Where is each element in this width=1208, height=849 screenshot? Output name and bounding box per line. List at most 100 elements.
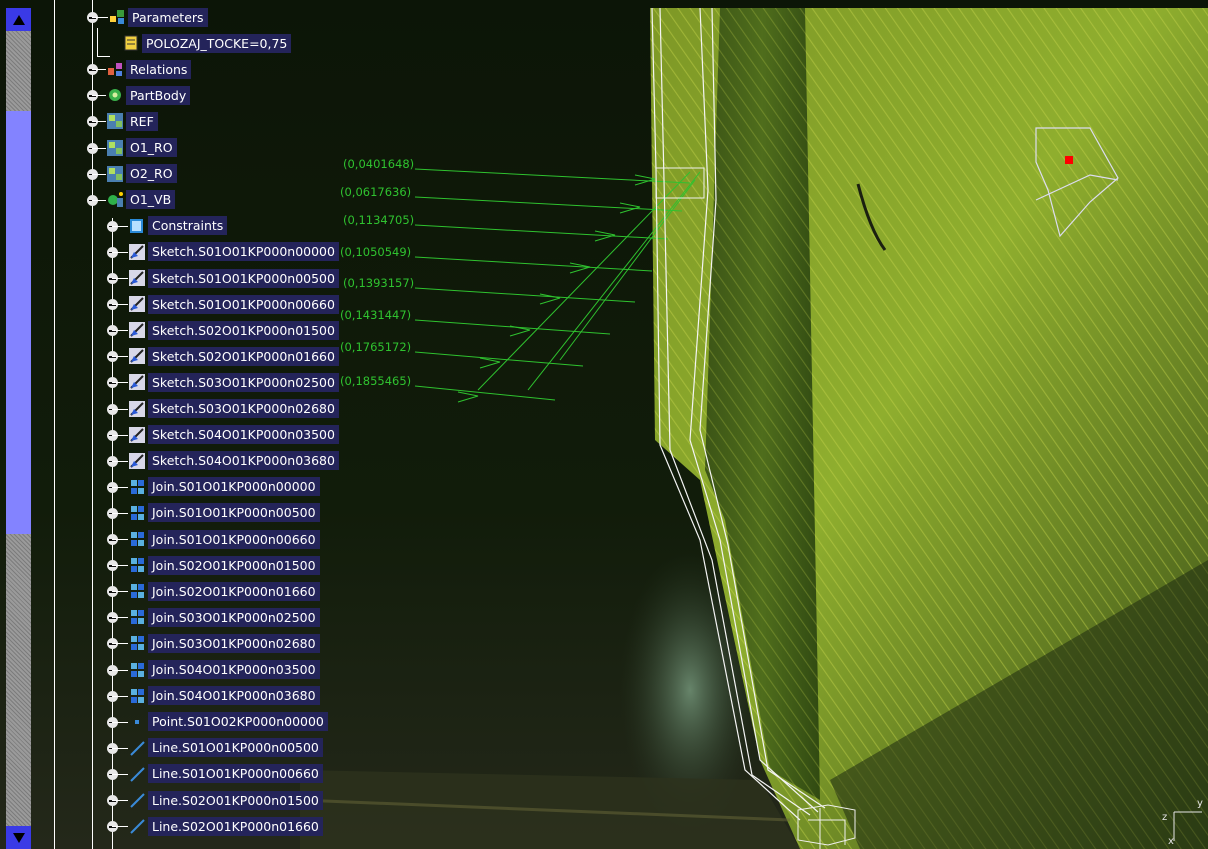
tree-node[interactable]: Point.S01O02KP000n00000 <box>128 712 328 732</box>
tree-node-label: Join.S03O01KP000n02500 <box>148 607 320 627</box>
reference-cube <box>797 804 856 849</box>
tree-node-label: Sketch.S03O01KP000n02500 <box>148 372 339 392</box>
tree-node[interactable]: Sketch.S01O01KP000n00500 <box>128 268 339 288</box>
sketch-icon <box>128 269 146 287</box>
tree-node[interactable]: Line.S01O01KP000n00660 <box>128 764 323 784</box>
tree-connector-line <box>92 148 106 149</box>
tree-node-label: O1_VB <box>126 190 176 210</box>
tree-node[interactable]: Line.S02O01KP000n01660 <box>128 816 323 836</box>
tree-node-label: REF <box>126 111 158 131</box>
3d-viewport[interactable]: (0,0401648) (0,0617636) (0,1134705) (0,1050… <box>0 0 1208 849</box>
tree-node-label: Sketch.S03O01KP000n02680 <box>148 399 339 418</box>
tree-node[interactable]: Join.S02O01KP000n01500 <box>128 555 320 575</box>
tree-node[interactable]: O1_RO <box>106 138 177 158</box>
tree-node[interactable]: Join.S03O01KP000n02500 <box>128 607 320 627</box>
join-icon <box>128 478 146 496</box>
tree-connector-line <box>92 95 106 96</box>
tree-node-label: Join.S04O01KP000n03500 <box>148 660 320 679</box>
tree-node[interactable]: Join.S01O01KP000n00660 <box>128 529 320 549</box>
profile-curve <box>651 7 801 821</box>
tree-node-label: POLOZAJ_TOCKE=0,75 <box>142 33 292 53</box>
tree-connector-line <box>112 226 128 227</box>
tree-node[interactable]: Parameters <box>108 7 208 27</box>
axis-compass[interactable]: z y x <box>1160 798 1208 849</box>
tree-node[interactable]: Join.S02O01KP000n01660 <box>128 581 320 601</box>
tree-node[interactable]: Constraints <box>128 216 228 236</box>
sketch-icon <box>128 321 146 339</box>
tree-node[interactable]: Join.S01O01KP000n00500 <box>128 503 320 523</box>
tree-node[interactable]: Relations <box>106 59 192 79</box>
tree-connector-line <box>112 591 128 592</box>
tree-connector-line <box>112 748 128 749</box>
dimension-leader-line <box>414 351 584 367</box>
tree-node[interactable]: Join.S04O01KP000n03680 <box>128 686 320 706</box>
tree-node-label: Join.S01O01KP000n00660 <box>148 529 320 549</box>
sketch-icon <box>128 373 146 391</box>
tree-node-label: Sketch.S01O01KP000n00660 <box>148 294 339 314</box>
partbody-icon <box>106 86 124 104</box>
tree-node-label: Join.S02O01KP000n01660 <box>148 581 320 601</box>
tree-connector-line <box>112 643 128 644</box>
sketch-icon <box>128 400 146 418</box>
line-icon <box>128 791 146 809</box>
tree-connector-line <box>112 826 128 827</box>
reference-plane-symbol[interactable] <box>1035 127 1119 238</box>
tree-node-label: Sketch.S04O01KP000n03680 <box>148 451 339 471</box>
tree-connector-line <box>112 409 128 410</box>
tree-connector-line <box>92 200 106 201</box>
dimension-arrow <box>569 262 591 274</box>
join-icon <box>128 530 146 548</box>
tree-node-label: O2_RO <box>126 164 177 184</box>
line-icon <box>128 739 146 757</box>
tree-node[interactable]: Join.S03O01KP000n02680 <box>128 633 320 653</box>
tree-node[interactable]: Line.S01O01KP000n00500 <box>128 738 323 758</box>
tree-node[interactable]: Sketch.S01O01KP000n00000 <box>128 242 339 262</box>
profile-curve <box>699 7 826 809</box>
tree-node-label: Sketch.S02O01KP000n01660 <box>148 346 339 366</box>
tree-node[interactable]: Sketch.S04O01KP000n03500 <box>128 425 339 445</box>
tree-node[interactable]: Sketch.S03O01KP000n02680 <box>128 399 339 419</box>
tree-node[interactable]: Sketch.S03O01KP000n02500 <box>128 372 339 392</box>
dimension-arrow <box>457 391 479 403</box>
tree-connector-line <box>112 330 128 331</box>
dimension-leader-line <box>414 385 556 401</box>
tree-node[interactable]: Line.S02O01KP000n01500 <box>128 790 323 810</box>
tree-connector-line <box>112 722 128 723</box>
tree-node[interactable]: REF <box>106 111 158 131</box>
line-icon <box>128 765 146 783</box>
selection-marker[interactable] <box>1065 156 1073 164</box>
tree-node[interactable]: Sketch.S04O01KP000n03680 <box>128 451 339 471</box>
tree-node-label: Sketch.S01O01KP000n00000 <box>148 242 339 262</box>
dimension-arrow <box>539 293 561 305</box>
tree-node-label: Sketch.S04O01KP000n03500 <box>148 425 339 445</box>
tree-node-label: PartBody <box>126 85 191 105</box>
dimension-arrow <box>479 357 501 369</box>
tree-node[interactable]: O1_VB <box>106 190 176 210</box>
tree-node[interactable]: Sketch.S02O01KP000n01500 <box>128 320 339 340</box>
tree-node[interactable]: POLOZAJ_TOCKE=0,75 <box>122 33 292 53</box>
tree-node-label: Join.S02O01KP000n01500 <box>148 555 320 575</box>
tree-node-label: Join.S03O01KP000n02680 <box>148 633 320 653</box>
tree-node[interactable]: Sketch.S02O01KP000n01660 <box>128 346 339 366</box>
tree-node-label: Parameters <box>128 7 208 27</box>
tree-connector-line <box>92 17 108 18</box>
sketch-icon <box>128 295 146 313</box>
tree-node-label: Join.S01O01KP000n00000 <box>148 477 320 497</box>
tree-node-label: Line.S01O01KP000n00500 <box>148 738 323 758</box>
join-icon <box>128 661 146 679</box>
tree-connector-line <box>54 0 55 849</box>
tree-connector-line <box>97 28 98 56</box>
tree-node[interactable]: PartBody <box>106 85 191 105</box>
tree-connector-line <box>92 0 93 849</box>
tree-node[interactable]: Join.S01O01KP000n00000 <box>128 477 320 497</box>
tree-connector-line <box>112 565 128 566</box>
tree-node[interactable]: O2_RO <box>106 164 177 184</box>
tree-node[interactable]: Join.S04O01KP000n03500 <box>128 660 320 680</box>
dimension-leader-line <box>414 256 653 272</box>
tree-node-label: Relations <box>126 59 192 79</box>
tree-node[interactable]: Sketch.S01O01KP000n00660 <box>128 294 339 314</box>
axis-x-label: x <box>1168 836 1174 847</box>
geometrical-set-icon <box>106 165 124 183</box>
join-icon <box>128 634 146 652</box>
tree-connector-line <box>112 513 128 514</box>
